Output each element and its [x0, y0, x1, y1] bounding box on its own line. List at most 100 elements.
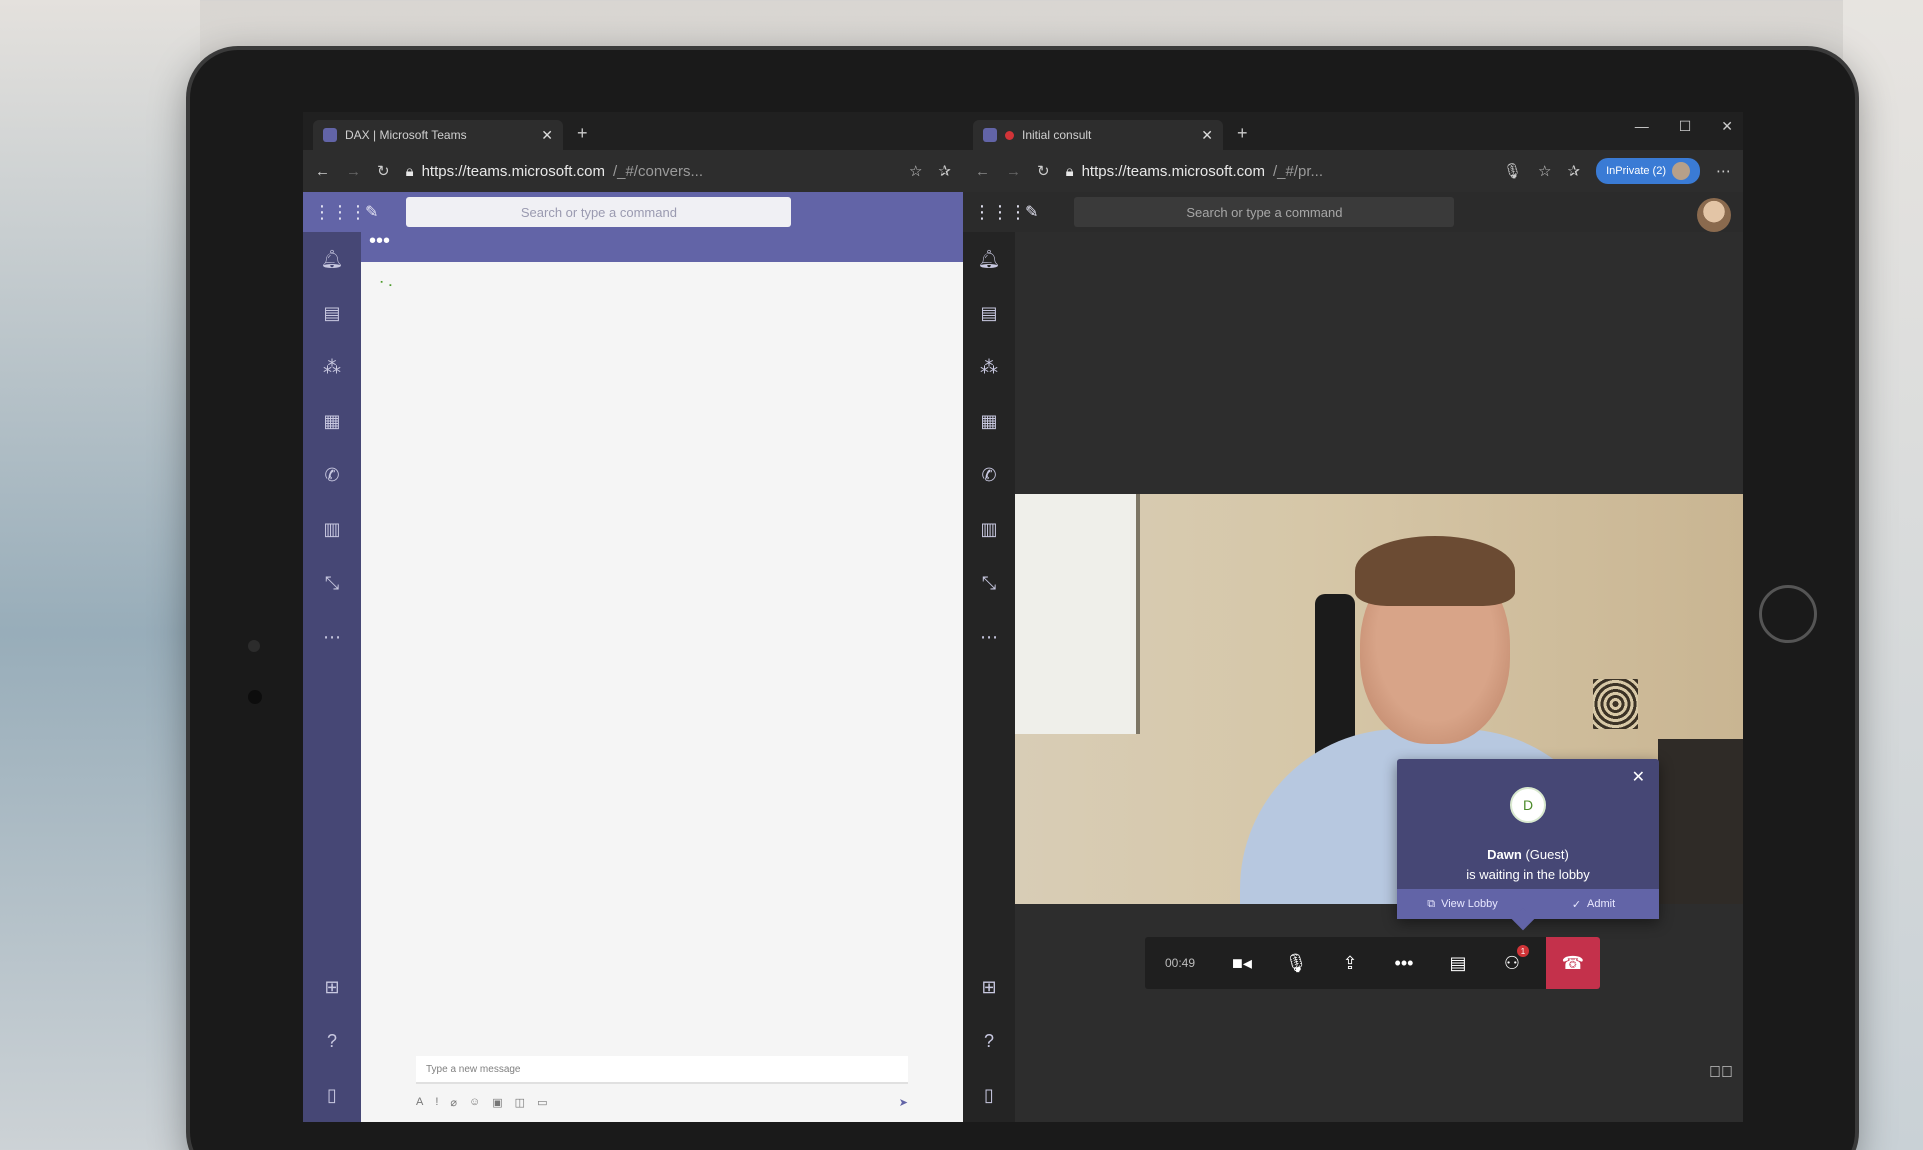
teams-logo-icon	[983, 128, 997, 142]
more-icon[interactable]: ⋯	[303, 610, 361, 664]
format-icon[interactable]: A	[416, 1096, 423, 1108]
chat-icon: ▤	[1449, 952, 1467, 973]
favorites-icon[interactable]: ✰	[1568, 162, 1581, 180]
app-launcher-icon[interactable]: ⋮⋮⋮	[313, 202, 367, 223]
chat-icon[interactable]: ▤	[303, 286, 361, 340]
tablet-device: DAX | Microsoft Teams ✕ + ← → ↻ 🔒︎ https…	[190, 50, 1855, 1150]
chat-icon[interactable]: ▤	[963, 286, 1015, 340]
admit-button[interactable]: ✓ Admit	[1528, 889, 1659, 919]
refresh-icon[interactable]: ↻	[1037, 162, 1050, 180]
new-chat-icon[interactable]: ✎	[1025, 202, 1038, 222]
close-icon[interactable]: ✕	[1632, 767, 1645, 787]
chat-toggle-button[interactable]: ▤	[1431, 937, 1485, 989]
inprivate-badge[interactable]: InPrivate (2)	[1596, 158, 1700, 184]
compose-toolbar: A ! ⌀ ☺ ▣ ◫ ▭ ➤	[416, 1092, 908, 1112]
url-field[interactable]: 🔒︎ https://teams.microsoft.com /_#/conver…	[406, 156, 893, 186]
share-button[interactable]: ⇪	[1323, 937, 1377, 989]
device-icon[interactable]: ▯	[963, 1068, 1015, 1122]
help-icon[interactable]: ?	[963, 1014, 1015, 1068]
mic-permission-icon[interactable]: 🎙︎	[1503, 162, 1522, 180]
right-app-rail: 🔔︎ ▤ ⁂ ▦ ✆ ▥ ⤡ ⋯ ⊞ ? ▯	[963, 232, 1015, 1122]
close-tab-icon[interactable]: ✕	[1201, 127, 1213, 144]
left-tab-dax[interactable]: DAX | Microsoft Teams ✕	[313, 120, 563, 150]
mic-button[interactable]: 🎙︎	[1269, 937, 1323, 989]
forward-icon[interactable]: →	[346, 163, 361, 180]
bell-icon[interactable]: 🔔︎	[303, 232, 361, 286]
dax-icon[interactable]: ⤡	[303, 556, 361, 610]
left-address-bar: ← → ↻ 🔒︎ https://teams.microsoft.com /_#/…	[303, 150, 963, 192]
url-field[interactable]: 🔒︎ https://teams.microsoft.com /_#/pr...	[1066, 156, 1487, 186]
back-icon[interactable]: ←	[315, 163, 330, 180]
back-icon[interactable]: ←	[975, 163, 990, 180]
emoji-icon[interactable]: ☺	[469, 1096, 480, 1108]
tablet-screen: DAX | Microsoft Teams ✕ + ← → ↻ 🔒︎ https…	[303, 112, 1743, 1122]
close-window-icon[interactable]: ✕	[1721, 118, 1733, 135]
hang-up-button[interactable]: ☎︎	[1546, 937, 1600, 989]
teams-icon[interactable]: ⁂	[303, 340, 361, 394]
call-timer: 00:49	[1164, 956, 1196, 970]
participants-icon: ⚇	[1503, 952, 1521, 973]
app-launcher-icon[interactable]: ⋮⋮⋮	[973, 202, 1027, 223]
refresh-icon[interactable]: ↻	[377, 162, 390, 180]
right-browser-window: Initial consult ✕ + — ☐ ✕ ← → ↻ 🔒︎ https…	[963, 112, 1743, 1122]
maximize-icon[interactable]: ☐	[1679, 118, 1692, 135]
camera-button[interactable]: ■◂	[1215, 937, 1269, 989]
new-tab-icon[interactable]: +	[577, 123, 588, 144]
calls-icon[interactable]: ✆	[303, 448, 361, 502]
right-tab-bar: Initial consult ✕ + — ☐ ✕	[963, 112, 1743, 150]
bell-icon[interactable]: 🔔︎	[963, 232, 1015, 286]
calls-icon[interactable]: ✆	[963, 448, 1015, 502]
right-tab-consult[interactable]: Initial consult ✕	[973, 120, 1223, 150]
more-icon[interactable]: ⋯	[963, 610, 1015, 664]
tablet-home-button[interactable]	[1759, 585, 1817, 643]
url-main: https://teams.microsoft.com	[421, 162, 605, 180]
files-icon[interactable]: ▥	[303, 502, 361, 556]
help-icon[interactable]: ?	[303, 1014, 361, 1068]
tablet-camera	[248, 690, 262, 704]
video-person-hair	[1355, 536, 1515, 606]
meet-icon[interactable]: ▭	[537, 1096, 547, 1109]
favorite-star-icon[interactable]: ☆	[909, 162, 922, 180]
view-lobby-label: View Lobby	[1441, 898, 1498, 910]
loading-icon: ⠂⠄	[379, 276, 397, 290]
participants-button[interactable]: ⚇ 1	[1485, 937, 1539, 989]
apps-icon[interactable]: ⊞	[303, 960, 361, 1014]
gif-icon[interactable]: ▣	[492, 1096, 502, 1109]
files-icon[interactable]: ▥	[963, 502, 1015, 556]
send-icon[interactable]: ➤	[899, 1096, 908, 1109]
device-icon[interactable]: ▯	[303, 1068, 361, 1122]
forward-icon[interactable]: →	[1006, 163, 1021, 180]
important-icon[interactable]: !	[435, 1096, 438, 1108]
url-main: https://teams.microsoft.com	[1081, 162, 1265, 180]
minimize-icon[interactable]: —	[1635, 118, 1649, 135]
profile-avatar[interactable]	[1697, 198, 1731, 232]
new-chat-icon[interactable]: ✎	[365, 202, 378, 222]
new-tab-icon[interactable]: +	[1237, 123, 1248, 144]
mic-icon: 🎙︎	[1284, 952, 1308, 973]
chat-content: ⠂⠄ Type a new message A ! ⌀ ☺ ▣ ◫ ▭ ➤	[361, 262, 963, 1122]
device-settings-icon[interactable]: ▢⃫	[1709, 1064, 1733, 1082]
favorites-icon[interactable]: ✰	[938, 162, 951, 180]
hang-up-icon: ☎︎	[1561, 952, 1585, 973]
chat-more-options[interactable]: •••	[361, 231, 963, 262]
more-options-icon[interactable]: ⋯	[1716, 162, 1731, 180]
apps-icon[interactable]: ⊞	[963, 960, 1015, 1014]
sticker-icon[interactable]: ◫	[515, 1096, 525, 1109]
attach-icon[interactable]: ⌀	[450, 1096, 457, 1109]
search-input[interactable]: Search or type a command	[406, 197, 792, 227]
favorite-star-icon[interactable]: ☆	[1538, 162, 1551, 180]
search-input[interactable]: Search or type a command	[1074, 197, 1455, 227]
more-actions-button[interactable]: •••	[1377, 937, 1431, 989]
compose-input[interactable]: Type a new message	[416, 1056, 908, 1084]
admit-label: Admit	[1587, 898, 1616, 910]
waiting-text: is waiting in the lobby	[1466, 867, 1590, 882]
calendar-icon[interactable]: ▦	[963, 394, 1015, 448]
right-rail-bottom: ⊞ ? ▯	[963, 960, 1015, 1122]
teams-icon[interactable]: ⁂	[963, 340, 1015, 394]
calendar-icon[interactable]: ▦	[303, 394, 361, 448]
dax-icon[interactable]: ⤡	[963, 556, 1015, 610]
view-lobby-button[interactable]: ⧉ View Lobby	[1397, 889, 1528, 919]
left-browser-window: DAX | Microsoft Teams ✕ + ← → ↻ 🔒︎ https…	[303, 112, 963, 1122]
share-screen-icon: ⇪	[1342, 952, 1358, 973]
close-tab-icon[interactable]: ✕	[541, 127, 553, 144]
